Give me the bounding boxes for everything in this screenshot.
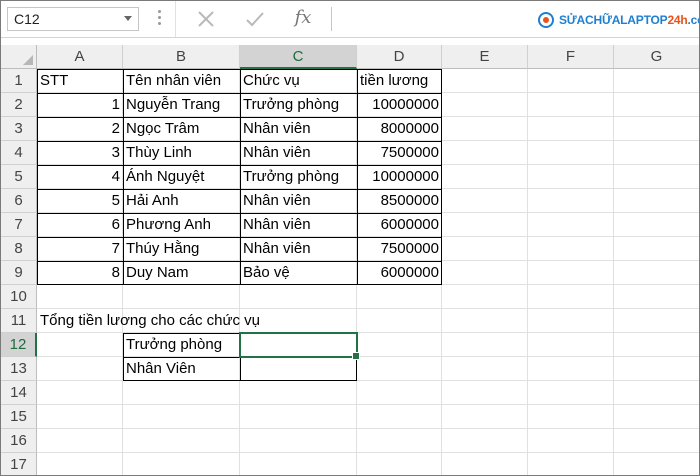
cell-c1[interactable]: Chức vụ — [240, 69, 357, 93]
row-header-6[interactable]: 6 — [1, 189, 37, 213]
cell-b8[interactable]: Thúy Hằng — [123, 237, 240, 261]
cell-a1[interactable]: STT — [37, 69, 123, 93]
cell-b9[interactable]: Duy Nam — [123, 261, 240, 285]
row-header-13[interactable]: 13 — [1, 357, 37, 381]
cell-c9[interactable]: Bảo vệ — [240, 261, 357, 285]
row-header-14[interactable]: 14 — [1, 381, 37, 405]
cell-b4[interactable]: Thùy Linh — [123, 141, 240, 165]
fill-handle[interactable] — [352, 352, 360, 360]
cell-d7[interactable]: 6000000 — [357, 213, 442, 237]
gridline — [37, 404, 699, 405]
cell-a9[interactable]: 8 — [37, 261, 123, 285]
cell-b1[interactable]: Tên nhân viên — [123, 69, 240, 93]
cell-c8[interactable]: Nhân viên — [240, 237, 357, 261]
row-header-1[interactable]: 1 — [1, 69, 37, 93]
cell-b3[interactable]: Ngọc Trâm — [123, 117, 240, 141]
row-header-8[interactable]: 8 — [1, 237, 37, 261]
column-header-d[interactable]: D — [357, 45, 442, 69]
row-header-9[interactable]: 9 — [1, 261, 37, 285]
active-cell-cursor[interactable] — [239, 332, 360, 360]
column-header-b[interactable]: B — [123, 45, 240, 69]
cell-d9[interactable]: 6000000 — [357, 261, 442, 285]
cell-a5[interactable]: 4 — [37, 165, 123, 189]
cell-a6[interactable]: 5 — [37, 189, 123, 213]
cell-b13[interactable]: Nhân Viên — [123, 357, 240, 381]
row-header-15[interactable]: 15 — [1, 405, 37, 429]
cell-b7[interactable]: Phương Anh — [123, 213, 240, 237]
cell-c2[interactable]: Trưởng phòng — [240, 93, 357, 117]
cell-c7[interactable]: Nhân viên — [240, 213, 357, 237]
logo-text: SỬACHỮALAPTOP24h.com — [559, 13, 699, 27]
cell-b2[interactable]: Nguyễn Trang — [123, 93, 240, 117]
cell-a7[interactable]: 6 — [37, 213, 123, 237]
column-header-f[interactable]: F — [528, 45, 614, 69]
row-header-10[interactable]: 10 — [1, 285, 37, 309]
row-header-5[interactable]: 5 — [1, 165, 37, 189]
gridline — [37, 308, 699, 309]
cell-d1[interactable]: tiền lương — [357, 69, 442, 93]
cell-d8[interactable]: 7500000 — [357, 237, 442, 261]
cell-d3[interactable]: 8000000 — [357, 117, 442, 141]
column-header-e[interactable]: E — [442, 45, 528, 69]
logo-icon — [538, 12, 554, 28]
cell-c6[interactable]: Nhân viên — [240, 189, 357, 213]
row-header-17[interactable]: 17 — [1, 453, 37, 475]
row-header-4[interactable]: 4 — [1, 141, 37, 165]
cell-a4[interactable]: 3 — [37, 141, 123, 165]
cell-a3[interactable]: 2 — [37, 117, 123, 141]
cancel-icon[interactable] — [196, 9, 216, 29]
cell-b12[interactable]: Trưởng phòng — [123, 333, 240, 357]
cell-d5[interactable]: 10000000 — [357, 165, 442, 189]
cell-c13[interactable] — [240, 357, 357, 381]
select-all-button[interactable] — [1, 45, 37, 69]
enter-icon[interactable] — [245, 9, 265, 29]
name-box-dropdown-icon[interactable] — [124, 16, 132, 21]
row-header-3[interactable]: 3 — [1, 117, 37, 141]
spreadsheet-window: C12 fx SỬACHỮALAPTOP24h.com A B C D E F … — [0, 0, 700, 476]
cell-b6[interactable]: Hải Anh — [123, 189, 240, 213]
cell-b5[interactable]: Ánh Nguyệt — [123, 165, 240, 189]
cell-c5[interactable]: Trưởng phòng — [240, 165, 357, 189]
function-icon[interactable]: fx — [292, 5, 314, 31]
gridline — [527, 69, 528, 475]
formula-bar: C12 fx SỬACHỮALAPTOP24h.com — [1, 1, 699, 38]
brand-logo: SỬACHỮALAPTOP24h.com — [537, 11, 699, 29]
cell-d2[interactable]: 10000000 — [357, 93, 442, 117]
select-all-icon — [23, 55, 33, 65]
worksheet-grid[interactable]: A B C D E F G 1 2 3 4 5 6 7 8 9 10 11 12… — [1, 45, 699, 475]
cell-a2[interactable]: 1 — [37, 93, 123, 117]
cell-d4[interactable]: 7500000 — [357, 141, 442, 165]
row-header-7[interactable]: 7 — [1, 213, 37, 237]
column-header-c[interactable]: C — [240, 45, 357, 69]
gridline — [37, 428, 699, 429]
name-box[interactable]: C12 — [7, 7, 139, 31]
row-header-12[interactable]: 12 — [1, 333, 37, 357]
cell-c4[interactable]: Nhân viên — [240, 141, 357, 165]
row-header-11[interactable]: 11 — [1, 309, 37, 333]
cell-a8[interactable]: 7 — [37, 237, 123, 261]
cell-d6[interactable]: 8500000 — [357, 189, 442, 213]
gridline — [613, 69, 614, 475]
cell-a11[interactable]: Tổng tiền lương cho các chức vụ — [37, 309, 260, 333]
name-box-value: C12 — [14, 11, 40, 27]
column-header-a[interactable]: A — [37, 45, 123, 69]
gridline — [37, 452, 699, 453]
row-header-2[interactable]: 2 — [1, 93, 37, 117]
formula-bar-divider — [175, 1, 176, 37]
row-header-16[interactable]: 16 — [1, 429, 37, 453]
column-header-g[interactable]: G — [614, 45, 699, 69]
cell-c3[interactable]: Nhân viên — [240, 117, 357, 141]
drag-handle-icon[interactable] — [158, 10, 161, 28]
